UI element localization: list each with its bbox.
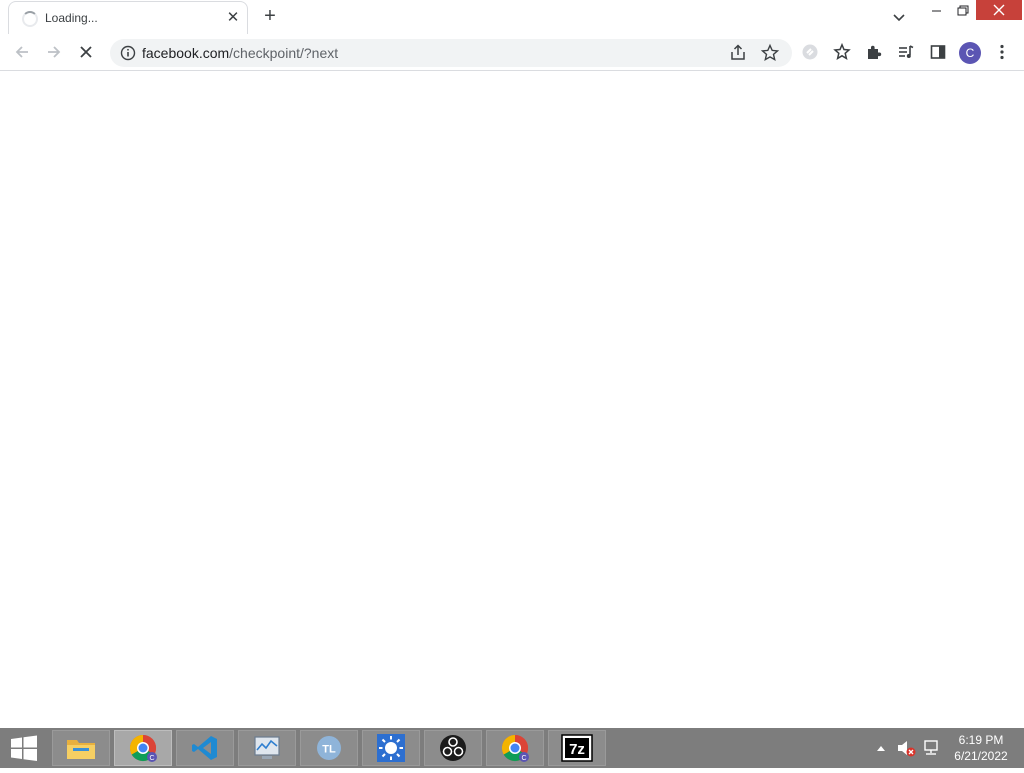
tab-title: Loading... xyxy=(45,11,98,25)
obs-icon xyxy=(440,735,466,761)
tab-close-button[interactable]: ✕ xyxy=(223,8,243,28)
side-panel-button[interactable] xyxy=(926,40,950,64)
svg-text:TL: TL xyxy=(322,744,336,756)
svg-text:7z: 7z xyxy=(569,741,585,758)
stop-x-icon xyxy=(80,46,92,58)
svg-text:C: C xyxy=(149,755,154,762)
media-queue-icon xyxy=(899,45,914,58)
stop-loading-button[interactable] xyxy=(74,40,98,64)
loading-spinner-icon xyxy=(22,11,38,27)
taskbar-chrome[interactable]: C xyxy=(114,730,172,766)
info-icon[interactable] xyxy=(120,45,136,61)
taskbar-vscode[interactable] xyxy=(176,730,234,766)
side-panel-icon xyxy=(930,45,946,59)
taskbar-file-explorer[interactable] xyxy=(52,730,110,766)
task-manager-icon xyxy=(254,736,280,759)
folder-icon xyxy=(67,740,95,759)
network-icon xyxy=(924,740,938,755)
address-bar[interactable]: facebook.com/checkpoint/?next xyxy=(110,39,792,67)
tab-search-button[interactable] xyxy=(888,6,910,28)
windows-logo-icon xyxy=(11,735,37,761)
arrow-left-icon xyxy=(15,46,28,58)
vscode-icon xyxy=(192,736,217,760)
start-button[interactable] xyxy=(0,728,48,768)
forward-button[interactable] xyxy=(42,40,66,64)
extensions-button[interactable] xyxy=(862,40,886,64)
puzzle-icon xyxy=(868,45,882,59)
taskbar-task-manager[interactable] xyxy=(238,730,296,766)
chrome-icon: C xyxy=(501,734,529,762)
bookmark-star-icon[interactable] xyxy=(760,43,780,63)
tl-app-icon: TL xyxy=(317,736,341,760)
taskbar-clock[interactable]: 6:19 PM 6/21/2022 xyxy=(944,732,1018,764)
star-icon xyxy=(833,43,851,60)
7zip-icon: 7z xyxy=(561,734,593,762)
network-button[interactable] xyxy=(920,728,942,768)
star-extension-button[interactable] xyxy=(830,40,854,64)
url-host: facebook.com xyxy=(142,45,230,61)
clock-time: 6:19 PM xyxy=(958,733,1004,747)
chevron-up-icon xyxy=(877,746,885,751)
restore-icon xyxy=(957,5,969,16)
speaker-muted-icon xyxy=(898,741,916,757)
tab-strip: Loading... ✕ + xyxy=(0,0,1024,34)
kebab-menu-icon xyxy=(1000,44,1004,60)
minimize-button[interactable] xyxy=(924,0,950,22)
tab-loading[interactable]: Loading... ✕ xyxy=(8,1,248,34)
page-content xyxy=(0,72,1024,728)
chrome-icon: C xyxy=(129,734,157,762)
share-icon[interactable] xyxy=(728,43,748,63)
media-controls-button[interactable] xyxy=(894,40,918,64)
restore-button[interactable] xyxy=(950,0,976,22)
taskbar-tl-app[interactable]: TL xyxy=(300,730,358,766)
minimize-icon xyxy=(932,10,941,12)
url-path: /checkpoint/?next xyxy=(229,45,339,61)
link-extension-icon xyxy=(802,44,818,60)
sun-icon xyxy=(377,734,405,762)
url-text: facebook.com/checkpoint/?next xyxy=(142,45,338,61)
taskbar-obs[interactable] xyxy=(424,730,482,766)
taskbar-chrome-second[interactable]: C xyxy=(486,730,544,766)
volume-button[interactable] xyxy=(894,728,918,768)
extension-button[interactable] xyxy=(798,40,822,64)
chevron-down-icon xyxy=(893,14,905,22)
back-button[interactable] xyxy=(10,40,34,64)
new-tab-button[interactable]: + xyxy=(258,5,282,29)
profile-avatar[interactable]: C xyxy=(959,42,981,64)
show-hidden-icons-button[interactable] xyxy=(872,728,890,768)
chrome-menu-button[interactable] xyxy=(990,40,1014,64)
close-icon xyxy=(993,4,1005,16)
taskbar-7zip[interactable]: 7z xyxy=(548,730,606,766)
window-close-button[interactable] xyxy=(976,0,1022,20)
clock-date: 6/21/2022 xyxy=(954,749,1008,763)
browser-toolbar: facebook.com/checkpoint/?next C xyxy=(0,34,1024,71)
taskbar-weather-app[interactable] xyxy=(362,730,420,766)
windows-taskbar: C TL C 7z 6:19 PM 6/21/2022 xyxy=(0,728,1024,768)
arrow-right-icon xyxy=(48,46,61,58)
svg-text:C: C xyxy=(521,755,526,762)
